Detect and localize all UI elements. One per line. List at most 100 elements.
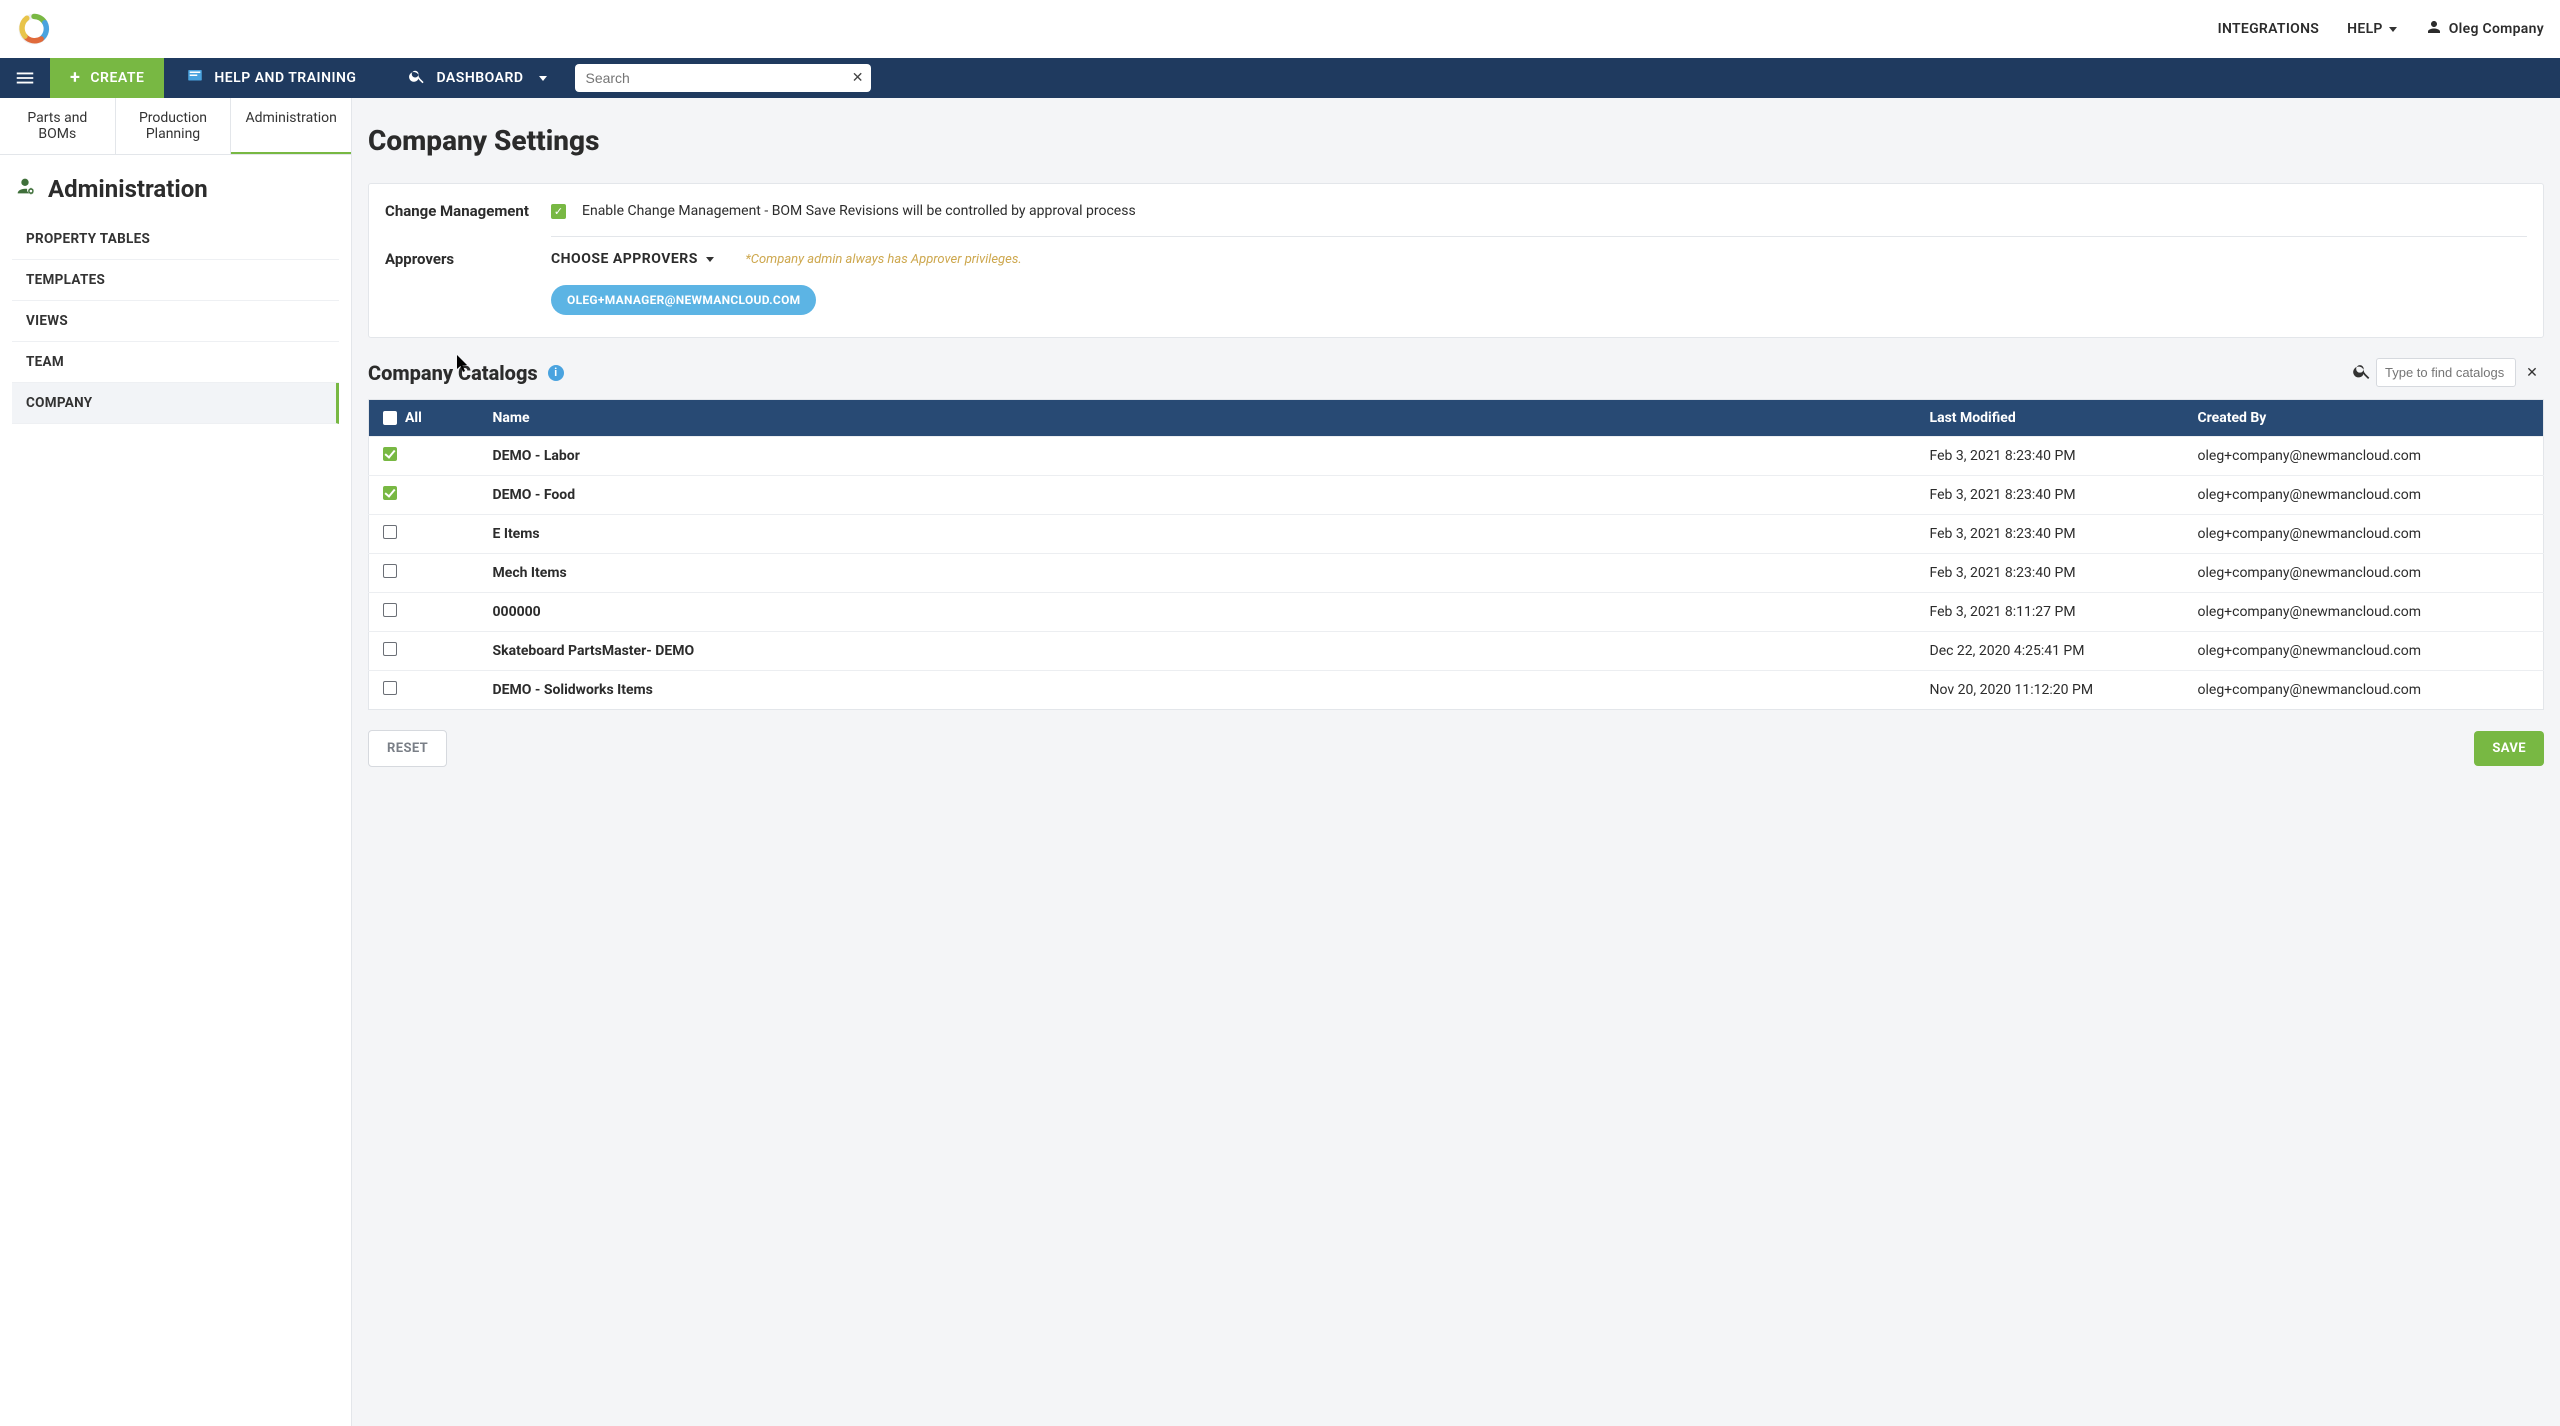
create-button[interactable]: + CREATE <box>50 58 164 98</box>
catalogs-table: All Name Last Modified Created By DEMO -… <box>368 399 2544 710</box>
user-name: Oleg Company <box>2449 21 2544 37</box>
change-management-label: Change Management <box>385 202 535 220</box>
table-row: 000000Feb 3, 2021 8:11:27 PMoleg+company… <box>369 593 2544 632</box>
row-name: Mech Items <box>479 554 1916 593</box>
row-checkbox[interactable] <box>383 681 397 695</box>
row-checkbox[interactable] <box>383 486 397 500</box>
help-label: HELP <box>2347 21 2383 37</box>
app-logo <box>16 11 52 47</box>
search-icon[interactable] <box>2352 361 2372 385</box>
row-modified: Feb 3, 2021 8:11:27 PM <box>1916 593 2184 632</box>
row-name: DEMO - Labor <box>479 437 1916 476</box>
search-input[interactable] <box>585 70 845 86</box>
clear-search-button[interactable]: ✕ <box>852 70 864 86</box>
row-name: DEMO - Food <box>479 476 1916 515</box>
integrations-label: INTEGRATIONS <box>2218 21 2320 37</box>
admin-icon <box>14 175 36 203</box>
table-row: DEMO - LaborFeb 3, 2021 8:23:40 PMoleg+c… <box>369 437 2544 476</box>
row-created-by: oleg+company@newmancloud.com <box>2184 671 2544 710</box>
dashboard-label: DASHBOARD <box>436 70 523 86</box>
row-created-by: oleg+company@newmancloud.com <box>2184 554 2544 593</box>
dashboard-menu[interactable]: DASHBOARD <box>378 58 557 98</box>
chevron-down-icon <box>706 257 714 262</box>
choose-approvers-dropdown[interactable]: CHOOSE APPROVERS <box>551 251 714 267</box>
table-row: E ItemsFeb 3, 2021 8:23:40 PMoleg+compan… <box>369 515 2544 554</box>
clear-catalog-search[interactable]: ✕ <box>2520 365 2544 381</box>
chevron-down-icon <box>539 76 547 81</box>
row-modified: Feb 3, 2021 8:23:40 PM <box>1916 437 2184 476</box>
help-menu[interactable]: HELP <box>2347 21 2397 37</box>
row-modified: Dec 22, 2020 4:25:41 PM <box>1916 632 2184 671</box>
catalogs-header: Company Catalogs i ✕ <box>368 358 2544 387</box>
row-checkbox[interactable] <box>383 564 397 578</box>
help-training-button[interactable]: HELP AND TRAINING <box>164 58 378 98</box>
tab-parts-boms[interactable]: Parts and BOMs <box>0 98 116 154</box>
row-modified: Nov 20, 2020 11:12:20 PM <box>1916 671 2184 710</box>
info-icon[interactable]: i <box>548 365 564 381</box>
global-search[interactable]: ✕ <box>575 64 871 92</box>
page-title: Company Settings <box>368 116 2544 163</box>
row-name: DEMO - Solidworks Items <box>479 671 1916 710</box>
sidebar-item-templates[interactable]: TEMPLATES <box>12 260 339 301</box>
catalog-search-input[interactable] <box>2376 358 2516 387</box>
navbar: + CREATE HELP AND TRAINING DASHBOARD ✕ <box>0 58 2560 98</box>
reset-button[interactable]: RESET <box>368 730 447 767</box>
user-menu[interactable]: Oleg Company <box>2425 18 2544 40</box>
workspace-tabs: Parts and BOMs Production Planning Admin… <box>0 98 351 155</box>
help-training-icon <box>186 67 204 89</box>
row-created-by: oleg+company@newmancloud.com <box>2184 437 2544 476</box>
approver-chip[interactable]: OLEG+MANAGER@NEWMANCLOUD.COM <box>551 285 816 315</box>
col-created-by[interactable]: Created By <box>2184 400 2544 437</box>
select-all-label: All <box>405 410 422 426</box>
row-checkbox[interactable] <box>383 642 397 656</box>
col-name[interactable]: Name <box>479 400 1916 437</box>
row-checkbox[interactable] <box>383 525 397 539</box>
table-row: DEMO - FoodFeb 3, 2021 8:23:40 PMoleg+co… <box>369 476 2544 515</box>
row-modified: Feb 3, 2021 8:23:40 PM <box>1916 476 2184 515</box>
row-modified: Feb 3, 2021 8:23:40 PM <box>1916 554 2184 593</box>
help-training-label: HELP AND TRAINING <box>214 70 356 86</box>
plus-icon: + <box>70 69 80 87</box>
col-modified[interactable]: Last Modified <box>1916 400 2184 437</box>
approvers-hint: *Company admin always has Approver privi… <box>745 252 1021 267</box>
approvers-label: Approvers <box>385 236 535 268</box>
sidebar-item-property-tables[interactable]: PROPERTY TABLES <box>12 219 339 260</box>
row-name: 000000 <box>479 593 1916 632</box>
enable-change-management-checkbox[interactable]: ✓ <box>551 204 566 219</box>
sidebar-item-views[interactable]: VIEWS <box>12 301 339 342</box>
main-content: Company Settings Change Management ✓ Ena… <box>352 98 2560 1426</box>
create-label: CREATE <box>90 70 144 86</box>
choose-approvers-label: CHOOSE APPROVERS <box>551 251 698 267</box>
sidebar-title-text: Administration <box>48 175 208 203</box>
search-icon <box>408 67 426 89</box>
catalogs-title-text: Company Catalogs <box>368 361 538 385</box>
row-created-by: oleg+company@newmancloud.com <box>2184 515 2544 554</box>
row-created-by: oleg+company@newmancloud.com <box>2184 476 2544 515</box>
row-name: Skateboard PartsMaster- DEMO <box>479 632 1916 671</box>
sidebar-title: Administration <box>0 155 351 219</box>
hamburger-icon <box>14 67 36 89</box>
select-all-checkbox[interactable] <box>383 411 397 425</box>
sidebar-item-company[interactable]: COMPANY <box>12 383 339 424</box>
tab-administration[interactable]: Administration <box>231 98 351 154</box>
enable-change-management-text: Enable Change Management - BOM Save Revi… <box>582 203 1136 219</box>
row-created-by: oleg+company@newmancloud.com <box>2184 632 2544 671</box>
topbar: INTEGRATIONS HELP Oleg Company <box>0 0 2560 58</box>
table-row: Mech ItemsFeb 3, 2021 8:23:40 PMoleg+com… <box>369 554 2544 593</box>
sidebar: Parts and BOMs Production Planning Admin… <box>0 98 352 1426</box>
sidebar-item-team[interactable]: TEAM <box>12 342 339 383</box>
row-checkbox[interactable] <box>383 447 397 461</box>
person-icon <box>2425 18 2443 40</box>
table-row: DEMO - Solidworks ItemsNov 20, 2020 11:1… <box>369 671 2544 710</box>
chevron-down-icon <box>2389 27 2397 32</box>
save-button[interactable]: SAVE <box>2474 731 2544 766</box>
row-created-by: oleg+company@newmancloud.com <box>2184 593 2544 632</box>
menu-button[interactable] <box>0 58 50 98</box>
footer-buttons: RESET SAVE <box>368 730 2544 767</box>
change-management-card: Change Management ✓ Enable Change Manage… <box>368 183 2544 338</box>
row-checkbox[interactable] <box>383 603 397 617</box>
row-modified: Feb 3, 2021 8:23:40 PM <box>1916 515 2184 554</box>
table-row: Skateboard PartsMaster- DEMODec 22, 2020… <box>369 632 2544 671</box>
tab-production-planning[interactable]: Production Planning <box>116 98 232 154</box>
integrations-link[interactable]: INTEGRATIONS <box>2218 21 2320 37</box>
